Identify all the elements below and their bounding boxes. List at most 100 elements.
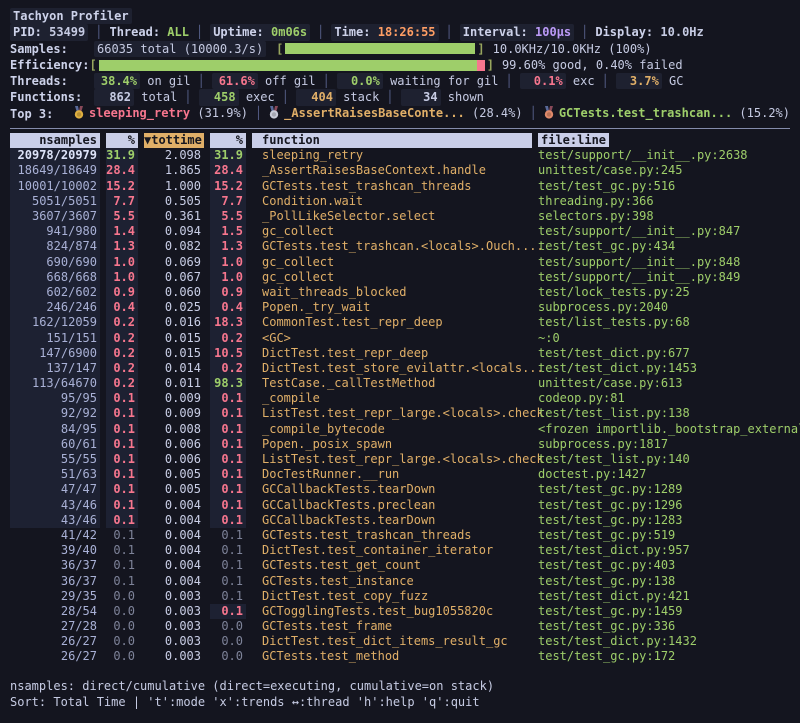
cell-tottime: 0.015: [144, 346, 204, 361]
table-row[interactable]: 602/6020.90.0600.9wait_threads_blockedte…: [10, 285, 790, 300]
cell-function: sleeping_retry: [252, 148, 532, 163]
table-row[interactable]: 5051/50517.70.5057.7Condition.waitthread…: [10, 194, 790, 209]
column-header-function[interactable]: function: [252, 133, 532, 148]
cell-file-line: test/test_dict.py:1432: [538, 634, 790, 649]
cell-function: GCTests.test_method: [252, 649, 532, 664]
cell-file-line: subprocess.py:2040: [538, 300, 790, 315]
footer: nsamples: direct/cumulative (direct=exec…: [10, 678, 790, 711]
table-row[interactable]: 29/350.00.0030.1DictTest.test_copy_fuzzt…: [10, 589, 790, 604]
functions-shown: 34 shown: [401, 90, 484, 104]
table-row[interactable]: 95/950.10.0090.1_compilecodeop.py:81: [10, 391, 790, 406]
table-row[interactable]: 47/470.10.0050.1GCCallbackTests.tearDown…: [10, 482, 790, 497]
top3-functions: sleeping_retry (31.9%)│_AssertRaisesBase…: [74, 105, 790, 123]
samples-total: 66035 total (10000.3/s): [94, 41, 266, 57]
table-row[interactable]: 824/8741.30.0821.3GCTests.test_trashcan.…: [10, 239, 790, 254]
table-row[interactable]: 84/950.10.0080.1_compile_bytecode<frozen…: [10, 422, 790, 437]
cell-function: GCCallbackTests.tearDown: [252, 482, 532, 497]
table-row[interactable]: 26/270.00.0030.0DictTest.test_dict_items…: [10, 634, 790, 649]
bronze-medal-icon: [544, 108, 554, 122]
status-display-value: 10.0Hz: [660, 24, 703, 40]
table-row[interactable]: 51/630.10.0050.1DocTestRunner.__rundocte…: [10, 467, 790, 482]
column-header-pct-cumulative[interactable]: %: [210, 133, 246, 148]
cell-pct-cumulative: 98.3: [210, 376, 246, 391]
cell-function: _AssertRaisesBaseContext.handle: [252, 163, 532, 178]
cell-function: DictTest.test_dict_items_result_gc: [252, 634, 532, 649]
table-row[interactable]: 668/6681.00.0671.0gc_collecttest/support…: [10, 270, 790, 285]
cell-file-line: test/test_list.py:138: [538, 406, 790, 421]
threads-exc-value: 0.1%: [520, 73, 566, 89]
cell-pct-direct: 0.1: [106, 513, 138, 528]
efficiency-bar-open-bracket: [: [89, 57, 96, 73]
cell-pct-direct: 0.2: [106, 331, 138, 346]
cell-function: GCCallbackTests.preclean: [252, 498, 532, 513]
silver-medal-icon: [269, 108, 279, 122]
table-row[interactable]: 43/460.10.0040.1GCCallbackTests.tearDown…: [10, 513, 790, 528]
threads-waiting-for-gil-value: 0.0%: [337, 73, 383, 89]
cell-nsamples: 5051/5051: [10, 194, 100, 209]
functions-stats: 862 total│458 exec│404 stack│34 shown: [94, 89, 484, 105]
table-row[interactable]: 941/9801.40.0941.5gc_collecttest/support…: [10, 224, 790, 239]
status-interval-label: Interval:: [463, 25, 535, 39]
table-row[interactable]: 36/370.10.0040.1GCTests.test_get_countte…: [10, 558, 790, 573]
table-row[interactable]: 690/6901.00.0691.0gc_collecttest/support…: [10, 255, 790, 270]
column-header-file[interactable]: file:line: [538, 133, 790, 148]
table-row[interactable]: 60/610.10.0060.1Popen._posix_spawnsubpro…: [10, 437, 790, 452]
table-row[interactable]: 162/120590.20.01618.3CommonTest.test_rep…: [10, 315, 790, 330]
cell-pct-cumulative: 0.1: [210, 406, 246, 421]
table-row[interactable]: 151/1510.20.0150.2<GC>~:0: [10, 331, 790, 346]
table-row[interactable]: 27/280.00.0030.0GCTests.test_frametest/t…: [10, 619, 790, 634]
table-row[interactable]: 36/370.10.0040.1GCTests.test_instancetes…: [10, 574, 790, 589]
cell-pct-cumulative: 0.1: [210, 558, 246, 573]
cell-pct-cumulative: 10.5: [210, 346, 246, 361]
cell-tottime: 0.004: [144, 513, 204, 528]
cell-pct-direct: 0.0: [106, 589, 138, 604]
cell-pct-cumulative: 1.3: [210, 239, 246, 254]
cell-tottime: 0.006: [144, 437, 204, 452]
cell-function: _compile: [252, 391, 532, 406]
threads-on-gil-value: 38.4%: [94, 73, 140, 89]
table-row[interactable]: 28/540.00.0030.1GCTogglingTests.test_bug…: [10, 604, 790, 619]
table-row[interactable]: 92/920.10.0090.1ListTest.test_repr_large…: [10, 406, 790, 421]
table-row[interactable]: 147/69000.20.01510.5DictTest.test_repr_d…: [10, 346, 790, 361]
cell-file-line: unittest/case.py:245: [538, 163, 790, 178]
status-display: Display: 10.0Hz: [595, 24, 703, 40]
table-row[interactable]: 246/2460.40.0250.4Popen._try_waitsubproc…: [10, 300, 790, 315]
cell-function: GCTests.test_trashcan_threads: [252, 179, 532, 194]
table-row[interactable]: 18649/1864928.41.86528.4_AssertRaisesBas…: [10, 163, 790, 178]
cell-pct-direct: 7.7: [106, 194, 138, 209]
table-row[interactable]: 137/1470.20.0140.2DictTest.test_store_ev…: [10, 361, 790, 376]
cell-pct-direct: 0.1: [106, 528, 138, 543]
table-row[interactable]: 41/420.10.0040.1GCTests.test_trashcan_th…: [10, 528, 790, 543]
cell-nsamples: 47/47: [10, 482, 100, 497]
table-row[interactable]: 10001/1000215.21.00015.2GCTests.test_tra…: [10, 179, 790, 194]
threads-off-gil: 61.6% off gil: [212, 74, 316, 88]
cell-file-line: test/lock_tests.py:25: [538, 285, 790, 300]
samples-progress-bar: [285, 43, 475, 54]
cell-pct-direct: 0.1: [106, 498, 138, 513]
table-row[interactable]: 55/550.10.0060.1ListTest.test_repr_large…: [10, 452, 790, 467]
column-header-pct-direct[interactable]: %: [106, 133, 138, 148]
cell-nsamples: 246/246: [10, 300, 100, 315]
cell-nsamples: 690/690: [10, 255, 100, 270]
cell-tottime: 1.865: [144, 163, 204, 178]
column-header-tottime-sorted[interactable]: ▼tottime: [144, 133, 204, 148]
cell-function: GCCallbackTests.tearDown: [252, 513, 532, 528]
functions-total-label: total: [134, 90, 177, 104]
separator: │: [248, 106, 269, 120]
table-row[interactable]: 113/646700.20.01198.3TestCase._callTestM…: [10, 376, 790, 391]
cell-pct-cumulative: 15.2: [210, 179, 246, 194]
status-time-label: Time:: [334, 25, 377, 39]
cell-function: Condition.wait: [252, 194, 532, 209]
samples-rate: 10.0KHz/10.0KHz (100%): [493, 41, 652, 57]
cell-nsamples: 20978/20979: [10, 148, 100, 163]
table-row[interactable]: 3607/36075.50.3615.5_PollLikeSelector.se…: [10, 209, 790, 224]
threads-gc: 3.7% GC: [616, 74, 684, 88]
threads-on-gil: 38.4% on gil: [94, 74, 191, 88]
table-row[interactable]: 39/400.10.0040.1DictTest.test_container_…: [10, 543, 790, 558]
table-row[interactable]: 20978/2097931.92.09831.9sleeping_retryte…: [10, 148, 790, 163]
cell-pct-direct: 1.0: [106, 270, 138, 285]
table-row[interactable]: 43/460.10.0040.1GCCallbackTests.preclean…: [10, 498, 790, 513]
cell-file-line: test/test_gc.py:172: [538, 649, 790, 664]
table-row[interactable]: 26/270.00.0030.0GCTests.test_methodtest/…: [10, 649, 790, 664]
column-header-nsamples[interactable]: nsamples: [10, 133, 100, 148]
